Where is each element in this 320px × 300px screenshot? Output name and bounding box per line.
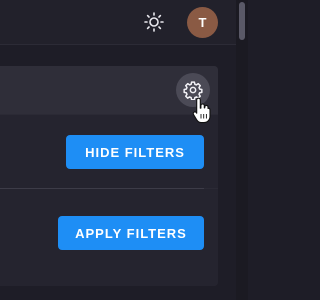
page-scrollbar[interactable] [236,0,248,300]
top-bar: T [0,0,236,45]
hand-pointer-cursor-icon [192,97,211,124]
user-avatar[interactable]: T [187,7,218,38]
apply-filters-button[interactable]: APPLY FILTERS [58,216,204,250]
sun-icon [144,12,164,32]
scrollbar-thumb[interactable] [239,2,245,40]
avatar-initial: T [198,15,207,30]
theme-toggle-button[interactable] [141,9,167,35]
app-root: T HIDE FILTERS APPLY FILTERS [0,0,248,300]
hide-filters-button[interactable]: HIDE FILTERS [66,135,204,169]
